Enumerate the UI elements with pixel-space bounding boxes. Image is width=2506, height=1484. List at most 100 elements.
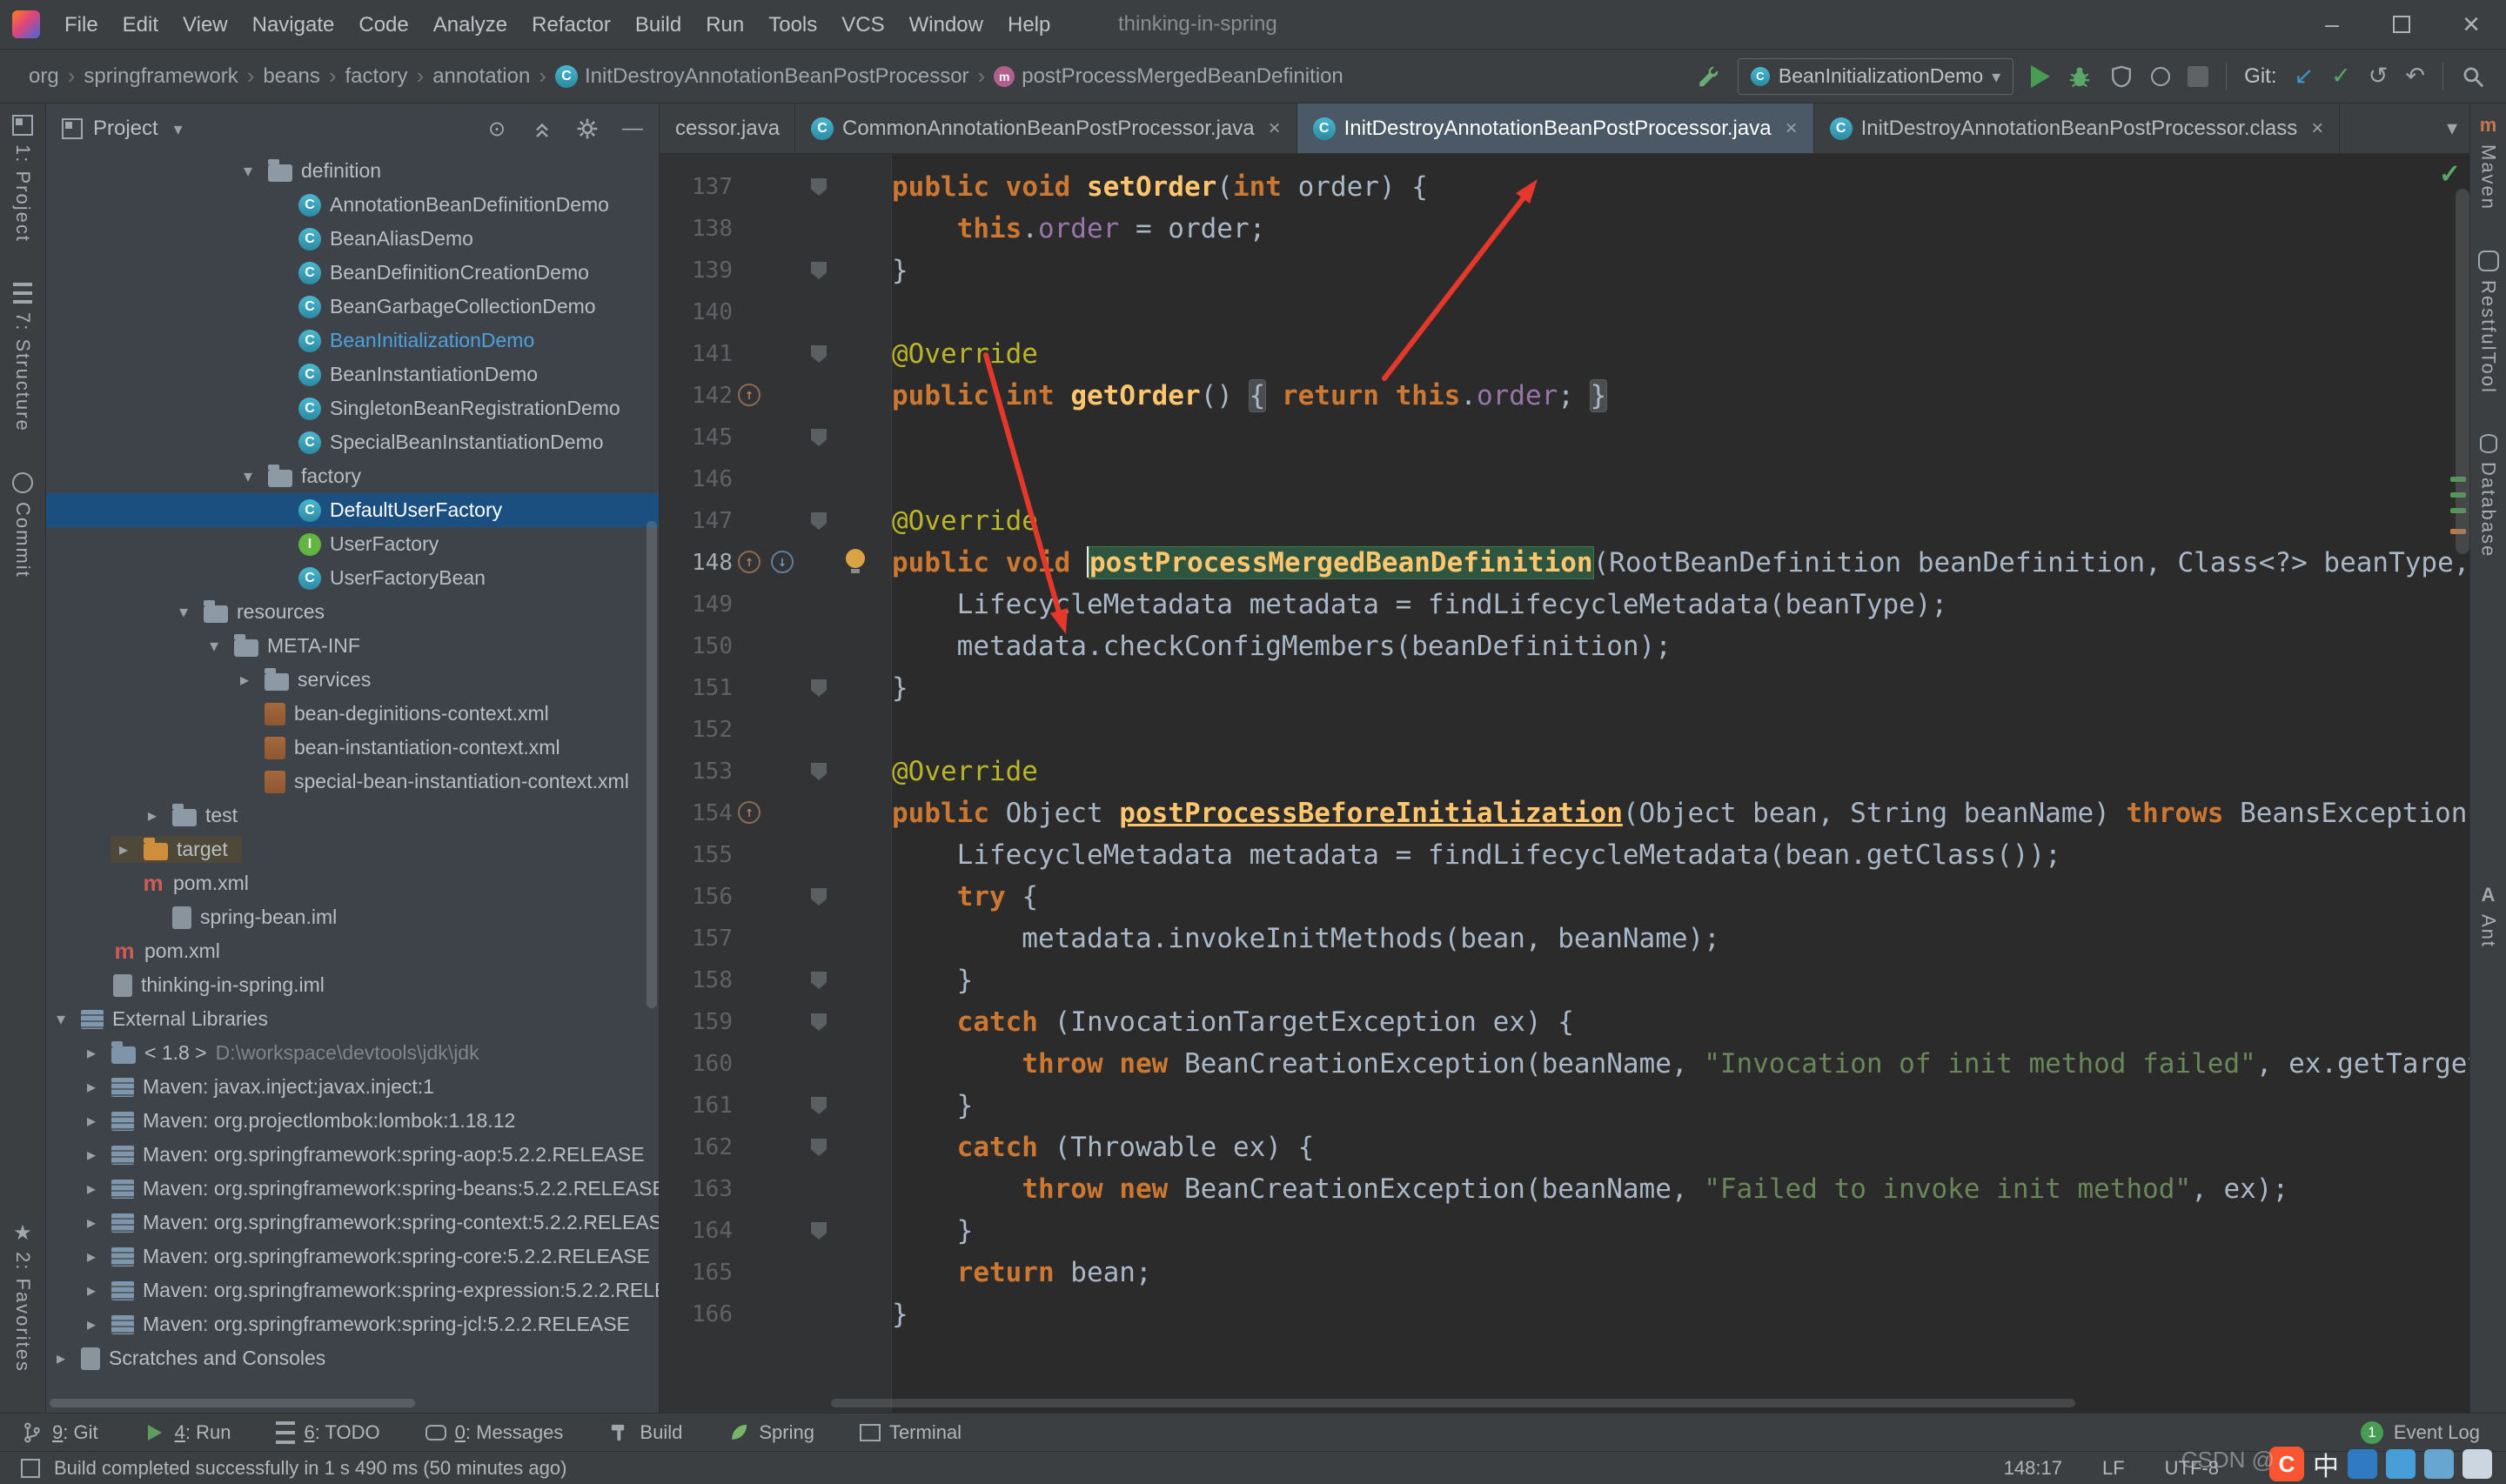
tree-chevron-icon[interactable] bbox=[80, 1144, 103, 1166]
menu-file[interactable]: File bbox=[52, 0, 111, 50]
editor-horizontal-scrollbar[interactable] bbox=[831, 1399, 2075, 1407]
editor-vertical-scrollbar[interactable] bbox=[2456, 189, 2469, 554]
editor-line[interactable]: 163 throw new BeanCreationException(bean… bbox=[660, 1168, 2469, 1210]
editor-line[interactable]: 138 this.order = order; bbox=[660, 208, 2469, 250]
tree-item[interactable]: test bbox=[46, 799, 659, 832]
tree-item[interactable]: Maven: org.springframework:spring-aop:5.… bbox=[46, 1138, 659, 1172]
breadcrumb-class[interactable]: InitDestroyAnnotationBeanPostProcessor bbox=[555, 64, 969, 89]
breadcrumb-item[interactable]: org bbox=[29, 64, 59, 89]
tree-item[interactable]: UserFactory bbox=[46, 527, 659, 561]
gear-icon[interactable] bbox=[575, 117, 600, 141]
menu-view[interactable]: View bbox=[171, 0, 240, 50]
debug-icon[interactable] bbox=[2067, 64, 2092, 89]
editor-line[interactable]: 150 metadata.checkConfigMembers(beanDefi… bbox=[660, 625, 2469, 667]
tree-item[interactable]: bean-instantiation-context.xml bbox=[46, 731, 659, 765]
breadcrumb-item[interactable]: factory bbox=[345, 64, 407, 89]
tree-item[interactable]: BeanAliasDemo bbox=[46, 222, 659, 256]
run-button[interactable] bbox=[2031, 65, 2050, 88]
editor-line[interactable]: 145 bbox=[660, 417, 2469, 458]
tree-item[interactable]: External Libraries bbox=[46, 1002, 659, 1036]
menu-edit[interactable]: Edit bbox=[111, 0, 171, 50]
editor-line[interactable]: 160 throw new BeanCreationException(bean… bbox=[660, 1043, 2469, 1085]
editor-tab[interactable]: InitDestroyAnnotationBeanPostProcessor.j… bbox=[1297, 104, 1814, 154]
minimize-icon[interactable] bbox=[2297, 0, 2367, 50]
git-commit-check-icon[interactable]: ✓ bbox=[2331, 64, 2351, 88]
project-vertical-scrollbar[interactable] bbox=[647, 521, 657, 1008]
tree-chevron-icon[interactable] bbox=[80, 1076, 103, 1098]
editor-line[interactable]: 152 bbox=[660, 709, 2469, 751]
tree-chevron-icon[interactable] bbox=[50, 1347, 72, 1369]
editor-line[interactable]: 156 try { bbox=[660, 876, 2469, 918]
editor-line[interactable]: 141@Override bbox=[660, 333, 2469, 375]
tool-strip-database[interactable]: Database bbox=[2477, 434, 2500, 558]
tree-chevron-icon[interactable] bbox=[80, 1280, 103, 1301]
editor-line[interactable]: 148public void postProcessMergedBeanDefi… bbox=[660, 542, 2469, 584]
profiler-icon[interactable] bbox=[2151, 67, 2170, 86]
tree-item[interactable]: pom.xml bbox=[46, 866, 659, 900]
stop-button[interactable] bbox=[2188, 66, 2208, 87]
tree-chevron-icon[interactable] bbox=[233, 669, 256, 691]
editor-tab[interactable]: CommonAnnotationBeanPostProcessor.java bbox=[795, 104, 1297, 154]
caret-position[interactable]: 148:17 bbox=[2004, 1457, 2062, 1480]
tree-item[interactable]: thinking-in-spring.iml bbox=[46, 968, 659, 1002]
override-up-icon[interactable] bbox=[738, 384, 761, 406]
tree-chevron-icon[interactable] bbox=[80, 1314, 103, 1335]
tree-item[interactable]: factory bbox=[46, 459, 659, 493]
tree-chevron-icon[interactable] bbox=[237, 160, 259, 182]
editor-line[interactable]: 147@Override bbox=[660, 500, 2469, 542]
override-down-icon[interactable] bbox=[771, 551, 794, 573]
editor-line[interactable]: 165 return bean; bbox=[660, 1252, 2469, 1293]
override-up-icon[interactable] bbox=[738, 551, 761, 573]
editor-line[interactable]: 162 catch (Throwable ex) { bbox=[660, 1126, 2469, 1168]
editor-line[interactable]: 154public Object postProcessBeforeInitia… bbox=[660, 792, 2469, 834]
breadcrumb-item[interactable]: beans bbox=[263, 64, 319, 89]
menu-build[interactable]: Build bbox=[623, 0, 694, 50]
tool-strip-restfultool[interactable]: RestfulTool bbox=[2477, 251, 2500, 394]
tree-item[interactable]: BeanInitializationDemo bbox=[46, 324, 659, 358]
tree-item[interactable]: Maven: org.springframework:spring-core:5… bbox=[46, 1240, 659, 1273]
tree-chevron-icon[interactable] bbox=[80, 1042, 103, 1064]
editor-line[interactable]: 157 metadata.invokeInitMethods(bean, bea… bbox=[660, 918, 2469, 959]
tree-item[interactable]: UserFactoryBean bbox=[46, 561, 659, 595]
tree-item[interactable]: bean-deginitions-context.xml bbox=[46, 697, 659, 731]
coverage-shield-icon[interactable] bbox=[2109, 64, 2134, 89]
chevron-down-icon[interactable] bbox=[167, 118, 190, 140]
tree-item[interactable]: Maven: org.springframework:spring-contex… bbox=[46, 1206, 659, 1240]
tree-item[interactable]: META-INF bbox=[46, 629, 659, 663]
tool-window-button[interactable]: 4: Run bbox=[144, 1421, 231, 1444]
menu-help[interactable]: Help bbox=[995, 0, 1062, 50]
tree-item[interactable]: services bbox=[46, 663, 659, 697]
tool-strip-1-project[interactable]: 1: Project bbox=[11, 115, 34, 243]
maximize-icon[interactable] bbox=[2367, 0, 2436, 50]
menu-tools[interactable]: Tools bbox=[756, 0, 829, 50]
intention-bulb-icon[interactable] bbox=[846, 549, 865, 568]
tool-window-button[interactable]: Terminal bbox=[860, 1421, 962, 1444]
tree-chevron-icon[interactable] bbox=[112, 839, 135, 860]
line-separator[interactable]: LF bbox=[2102, 1457, 2125, 1480]
editor-line[interactable]: 137public void setOrder(int order) { bbox=[660, 166, 2469, 208]
override-up-icon[interactable] bbox=[738, 801, 761, 824]
tree-item[interactable]: < 1.8 >D:\workspace\devtools\jdk\jdk bbox=[46, 1036, 659, 1070]
tree-item[interactable]: BeanDefinitionCreationDemo bbox=[46, 256, 659, 290]
collapse-all-icon[interactable] bbox=[530, 117, 554, 141]
tool-window-button[interactable]: Spring bbox=[727, 1421, 814, 1444]
tree-item[interactable]: resources bbox=[46, 595, 659, 629]
event-log-button[interactable]: 1 Event Log bbox=[2361, 1421, 2480, 1444]
tree-item[interactable]: target bbox=[46, 832, 659, 866]
editor-line[interactable]: 153@Override bbox=[660, 751, 2469, 792]
breadcrumb-item[interactable]: annotation bbox=[432, 64, 530, 89]
tool-strip-ant[interactable]: Ant bbox=[2477, 885, 2500, 948]
menu-run[interactable]: Run bbox=[694, 0, 756, 50]
locate-icon[interactable]: ⊙ bbox=[485, 117, 509, 141]
tree-item[interactable]: Maven: org.springframework:spring-jcl:5.… bbox=[46, 1307, 659, 1341]
tree-item[interactable]: special-bean-instantiation-context.xml bbox=[46, 765, 659, 799]
editor-line[interactable]: 164 } bbox=[660, 1210, 2469, 1252]
editor-tab[interactable]: InitDestroyAnnotationBeanPostProcessor.c… bbox=[1814, 104, 2341, 154]
project-panel-title[interactable]: Project bbox=[93, 117, 158, 141]
editor-line[interactable]: 158 } bbox=[660, 959, 2469, 1001]
menu-code[interactable]: Code bbox=[346, 0, 420, 50]
breadcrumb-item[interactable]: springframework bbox=[84, 64, 238, 89]
tree-chevron-icon[interactable] bbox=[141, 805, 164, 826]
close-icon[interactable] bbox=[2436, 0, 2506, 50]
tree-chevron-icon[interactable] bbox=[50, 1008, 72, 1030]
